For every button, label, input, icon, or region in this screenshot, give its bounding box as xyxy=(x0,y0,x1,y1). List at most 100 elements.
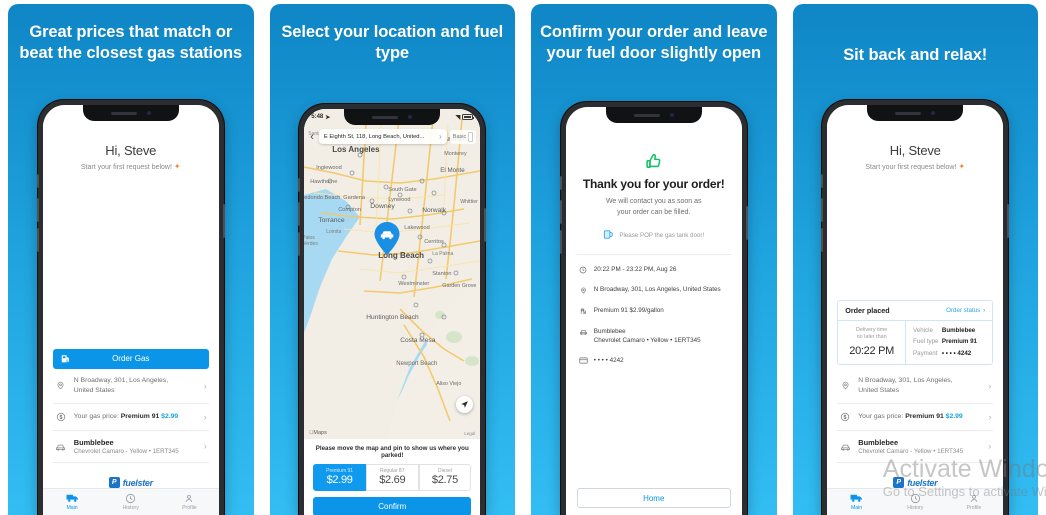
map-pin-icon xyxy=(579,285,588,295)
order-gas-button[interactable]: Order Gas xyxy=(52,348,209,369)
map-type-button[interactable]: Basic xyxy=(449,129,477,144)
chevron-right-icon: › xyxy=(203,380,207,391)
order-detail-payment: Payment • • • • 4242 xyxy=(913,350,985,357)
clock-icon xyxy=(886,493,945,504)
clock-icon xyxy=(101,493,160,504)
chevron-right-icon: › xyxy=(988,380,992,391)
fuelster-mark-icon: P xyxy=(108,477,120,488)
phone-notch xyxy=(867,105,964,121)
phone-power-button xyxy=(1007,204,1010,238)
tab-profile-label: Profile xyxy=(966,505,982,512)
chevron-right-icon: › xyxy=(988,441,992,452)
map-pin-icon xyxy=(55,380,67,392)
phone-mockup: Hi, Steve Start your first request below… xyxy=(36,100,225,515)
fuel-option-premium[interactable]: Premium 91 $2.99 xyxy=(313,464,366,491)
thank-you-subtitle: We will contact you as soon as your orde… xyxy=(605,198,702,216)
address-row[interactable]: N Broadway, 301, Los Angeles, United Sta… xyxy=(837,369,994,404)
summary-item-vehicle: Bumblebee Chevrolet Camaro • Yellow • 1E… xyxy=(579,327,729,345)
map-type-swatch-icon xyxy=(468,131,474,142)
phone-mute-switch xyxy=(36,174,39,188)
phone-display: Hi, Steve Start your first request below… xyxy=(827,105,1004,515)
tab-main[interactable]: Main xyxy=(827,493,886,511)
chevron-right-icon: › xyxy=(203,411,207,422)
phone-display: Hi, Steve Start your first request below… xyxy=(42,105,219,515)
gas-price-row[interactable]: Your gas price: Premium 91 $2.99 › xyxy=(52,404,209,431)
detail-value: • • • • 4242 xyxy=(941,349,972,357)
chevron-right-icon: › xyxy=(983,306,986,314)
address-search-input[interactable]: E Eighth St, 118, Long Beach, United... … xyxy=(318,129,447,144)
panel-headline: Sit back and relax! xyxy=(843,46,988,64)
map-type-label: Basic xyxy=(452,133,467,140)
summary-text: N Broadway, 301, Los Angeles, United Sta… xyxy=(593,286,721,294)
home-button[interactable]: Home xyxy=(576,488,731,508)
tab-history[interactable]: History xyxy=(886,493,945,511)
phone-mockup: Los Angeles Inglewood Hawthorne Gardena … xyxy=(298,104,487,515)
sparkle-icon: ✦ xyxy=(958,162,966,171)
fuel-door-icon xyxy=(603,229,614,242)
chevron-right-icon: › xyxy=(988,411,992,422)
detail-key: Vehicle xyxy=(913,326,933,334)
chevron-left-icon[interactable]: ‹ xyxy=(308,131,316,143)
confirm-button[interactable]: Confirm xyxy=(313,497,472,515)
map-legal-link[interactable]: Legal xyxy=(464,431,475,436)
phone-mute-switch xyxy=(821,174,824,188)
navigate-icon[interactable] xyxy=(456,396,474,413)
address-text: N Broadway, 301, Los Angeles, United Sta… xyxy=(858,376,981,396)
map-hint-text: Please move the map and pin to show us w… xyxy=(315,445,469,459)
tab-history[interactable]: History xyxy=(101,493,160,511)
chevron-right-icon: › xyxy=(439,132,442,141)
greeting-subtitle: Start your first request below! ✦ xyxy=(865,162,966,171)
order-detail-fuel-type: Fuel type Premium 91 xyxy=(913,338,985,345)
address-text: N Broadway, 301, Los Angeles, United Sta… xyxy=(74,376,197,396)
fuel-option-regular[interactable]: Regular 87 $2.69 xyxy=(365,464,419,491)
sparkle-icon: ✦ xyxy=(173,162,181,171)
car-icon xyxy=(579,327,588,335)
front-camera-icon xyxy=(931,111,936,115)
wifi-icon: ◥ xyxy=(455,114,461,121)
panel-headline: Select your location and fuel type xyxy=(281,23,504,63)
tab-main[interactable]: Main xyxy=(43,493,102,512)
phone-volume-down xyxy=(298,232,301,256)
front-camera-icon xyxy=(408,115,413,119)
order-status-link[interactable]: Order status › xyxy=(946,307,985,314)
front-camera-icon xyxy=(669,113,674,117)
fuel-option-diesel[interactable]: Diesel $2.75 xyxy=(418,464,472,491)
phone-display: Thank you for your order! We will contac… xyxy=(565,107,742,515)
apple-maps-credit: Maps xyxy=(309,430,327,436)
car-pin-icon[interactable] xyxy=(374,221,400,261)
order-placed-card[interactable]: Order placed Order status › Delivery tim… xyxy=(837,299,994,365)
tab-main-label: Main xyxy=(66,505,78,512)
panel-location: Select your location and fuel type Los A… xyxy=(262,0,524,515)
fuel-option-price: $2.99 xyxy=(326,474,353,486)
phone-power-button xyxy=(484,208,487,242)
clock-icon xyxy=(579,265,588,274)
summary-item-address: N Broadway, 301, Los Angeles, United Sta… xyxy=(579,285,729,295)
phone-mockup: Hi, Steve Start your first request below… xyxy=(821,100,1010,515)
phone-notch xyxy=(344,109,441,125)
fuel-pump-icon xyxy=(579,306,588,316)
greeting-title: Hi, Steve xyxy=(105,143,157,158)
phone-volume-down xyxy=(36,228,39,252)
map-canvas[interactable]: Los Angeles Inglewood Hawthorne Gardena … xyxy=(304,109,481,439)
fuelster-mark-icon: P xyxy=(893,477,905,488)
vehicle-row[interactable]: Bumblebee Chevrolet Camaro - Yellow • 1E… xyxy=(837,431,994,463)
pop-fuel-door-text: Please POP the gas tank door! xyxy=(619,232,705,239)
phone-mute-switch xyxy=(559,176,562,190)
greeting-title: Hi, Steve xyxy=(889,143,941,158)
summary-text: Premium 91 $2.99/gallon xyxy=(593,307,664,315)
address-search-value: E Eighth St, 118, Long Beach, United... xyxy=(323,133,425,140)
phone-power-button xyxy=(745,206,748,240)
order-summary-list: 20:22 PM - 23:22 PM, Aug 26 N Broadway, … xyxy=(566,255,742,366)
thank-you-header: Thank you for your order! We will contac… xyxy=(566,107,742,242)
vehicle-name: Bumblebee xyxy=(858,437,899,447)
phone-display: Los Angeles Inglewood Hawthorne Gardena … xyxy=(304,109,481,515)
vehicle-row[interactable]: Bumblebee Chevrolet Camaro - Yellow • 1E… xyxy=(52,431,209,463)
address-row[interactable]: N Broadway, 301, Los Angeles, United Sta… xyxy=(52,369,209,404)
tab-profile[interactable]: Profile xyxy=(945,493,1004,512)
phone-mute-switch xyxy=(298,178,301,192)
fuel-option-price: $2.69 xyxy=(379,474,406,486)
order-placed-title: Order placed xyxy=(845,305,890,315)
fuel-type-selector: Premium 91 $2.99 Regular 87 $2.69 Diesel… xyxy=(313,464,472,491)
gas-price-row[interactable]: Your gas price: Premium 91 $2.99 › xyxy=(837,404,994,431)
tab-profile[interactable]: Profile xyxy=(160,493,219,511)
